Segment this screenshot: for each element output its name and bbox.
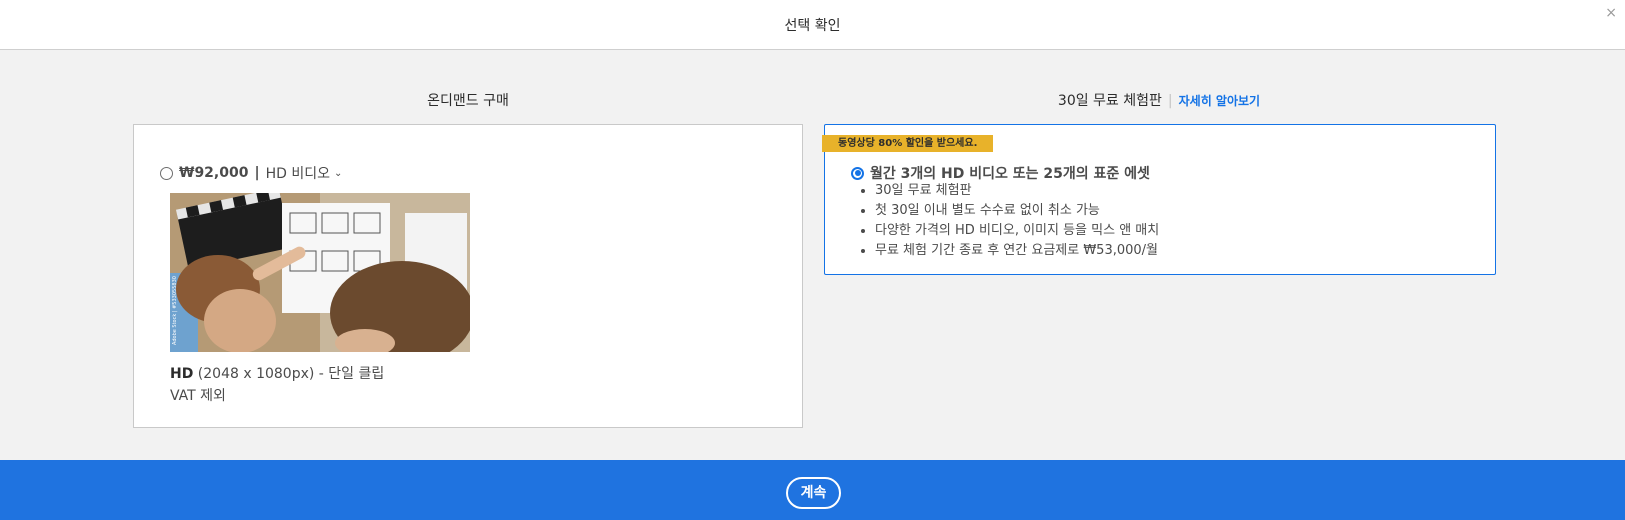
free-trial-card[interactable]: 동영상당 80% 할인을 받으세요. 월간 3개의 HD 비디오 또는 25개의… <box>822 124 1496 275</box>
resolution-label: HD <box>170 366 194 382</box>
on-demand-option-row: ₩92,000 | HD 비디오 ⌄ <box>160 163 342 183</box>
plan-feature-list: 30일 무료 체험판 첫 30일 이내 별도 수수료 없이 취소 가능 다양한 … <box>875 181 1159 261</box>
thumbnail-watermark: Adobe Stock | #533055830 <box>172 276 178 345</box>
license-type-dropdown[interactable]: HD 비디오 ⌄ <box>266 163 343 183</box>
video-thumbnail: Adobe Stock | #533055830 <box>170 193 470 352</box>
free-trial-heading: 30일 무료 체험판 | 자세히 알아보기 <box>824 90 1494 110</box>
list-item: 첫 30일 이내 별도 수수료 없이 취소 가능 <box>875 201 1159 221</box>
dialog-footer: 계속 <box>0 460 1625 520</box>
list-item: 다양한 가격의 HD 비디오, 이미지 등을 믹스 앤 매치 <box>875 221 1159 241</box>
resolution-detail: (2048 x 1080px) - 단일 클립 <box>197 366 385 382</box>
price-separator: | <box>254 165 260 181</box>
resolution-note: HD (2048 x 1080px) - 단일 클립 <box>170 363 384 383</box>
chevron-down-icon: ⌄ <box>334 167 343 179</box>
continue-button[interactable]: 계속 <box>786 477 841 509</box>
storyboard-illustration: Adobe Stock | #533055830 <box>170 193 470 352</box>
plan-radio[interactable] <box>851 166 864 180</box>
dialog-title: 선택 확인 <box>784 18 841 34</box>
on-demand-radio[interactable] <box>160 166 173 180</box>
vat-note: VAT 제외 <box>170 388 226 404</box>
free-trial-heading-label: 30일 무료 체험판 <box>1057 93 1162 109</box>
plan-title: 월간 3개의 HD 비디오 또는 25개의 표준 에셋 <box>870 166 1150 182</box>
on-demand-card[interactable]: ₩92,000 | HD 비디오 ⌄ Adobe Stock | #533055… <box>133 124 803 428</box>
heading-separator: | <box>1167 93 1173 109</box>
dialog-header: 선택 확인 × <box>0 0 1625 50</box>
license-type-label: HD 비디오 <box>265 166 330 182</box>
list-item: 무료 체험 기간 종료 후 연간 요금제로 ₩53,000/월 <box>875 241 1159 261</box>
list-item: 30일 무료 체험판 <box>875 181 1159 201</box>
on-demand-heading: 온디맨드 구매 <box>427 93 509 109</box>
learn-more-link[interactable]: 자세히 알아보기 <box>1179 94 1260 108</box>
close-icon[interactable]: × <box>1605 6 1617 20</box>
on-demand-price: ₩92,000 <box>179 165 249 181</box>
promo-badge: 동영상당 80% 할인을 받으세요. <box>822 135 994 152</box>
plan-option-row: 월간 3개의 HD 비디오 또는 25개의 표준 에셋 <box>851 163 1150 183</box>
